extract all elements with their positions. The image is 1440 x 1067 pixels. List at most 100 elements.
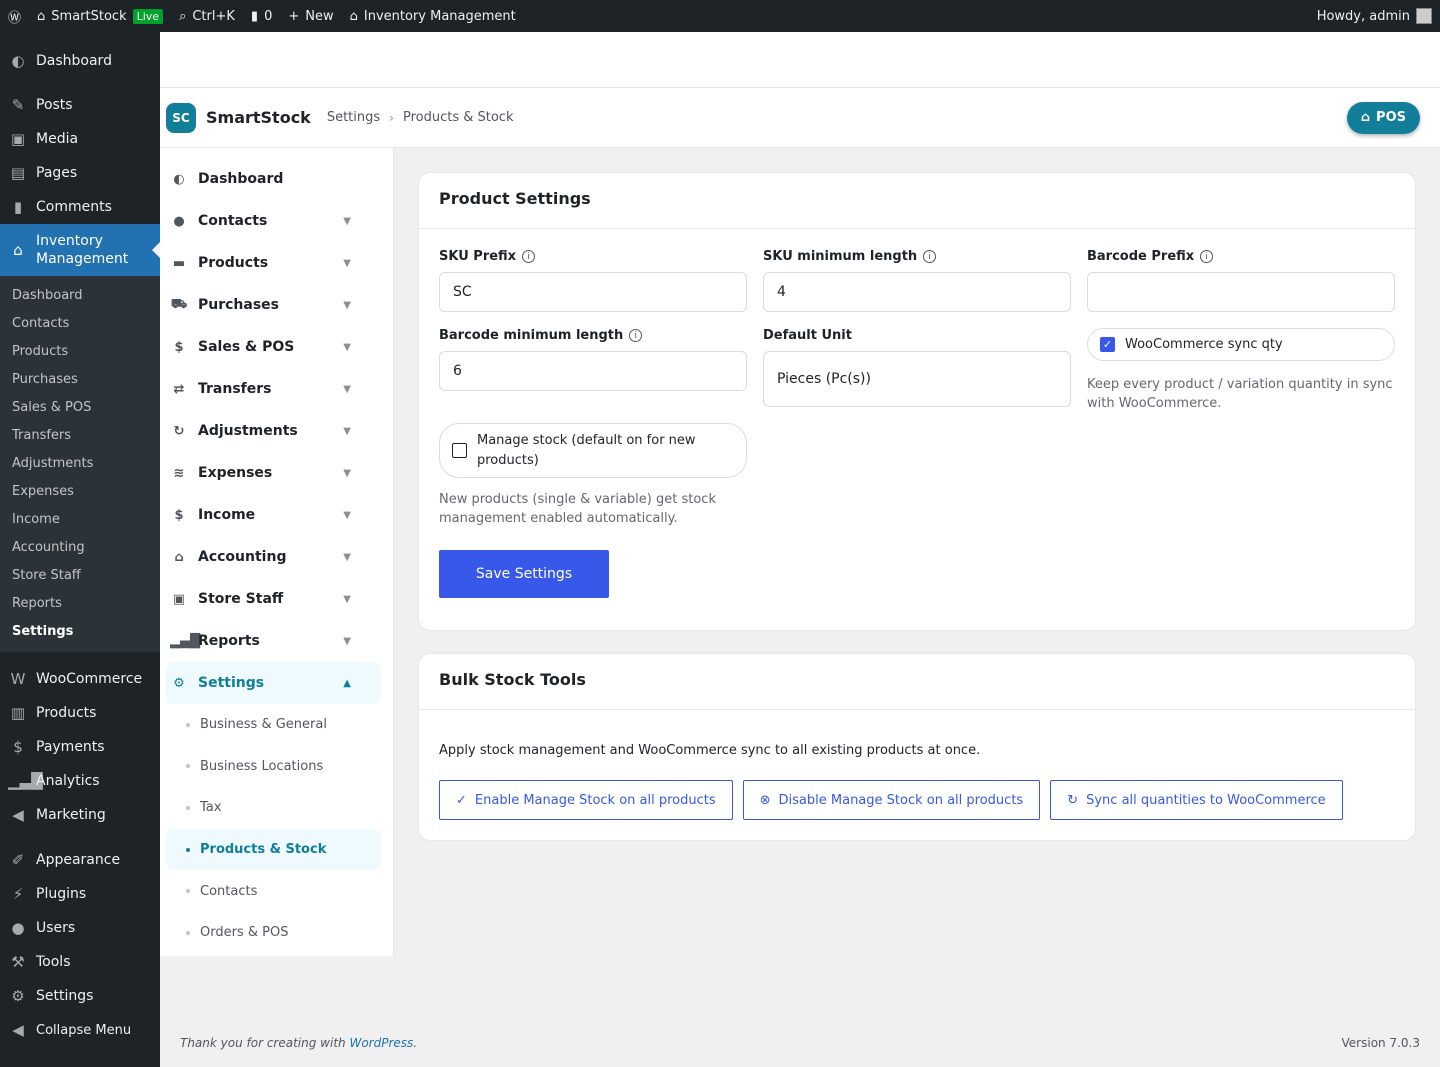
nav-purchases[interactable]: ⛟ Purchases ▼ xyxy=(160,284,381,326)
save-settings-button[interactable]: Save Settings xyxy=(439,550,609,598)
wordpress-link[interactable]: WordPress xyxy=(349,1036,413,1050)
wp-menu-tools[interactable]: ⚒ Tools xyxy=(0,945,160,979)
menu-label: Settings xyxy=(36,988,94,1004)
wordpress-logo-icon[interactable]: Ⓦ xyxy=(0,0,29,32)
chart-icon: ▁▃█ xyxy=(8,772,43,790)
chevron-down-icon: ▼ xyxy=(343,593,351,605)
wp-submenu-item[interactable]: Contacts xyxy=(0,310,160,338)
wp-menu-users[interactable]: ● Users xyxy=(0,911,160,945)
wp-menu-appearance[interactable]: ✐ Appearance xyxy=(0,843,160,877)
main-panel: Product Settings SKU Prefix i SC SKU mini… xyxy=(394,148,1440,956)
wp-menu-comments[interactable]: ▮ Comments xyxy=(0,190,160,224)
wp-submenu-item-settings[interactable]: Settings xyxy=(0,618,160,646)
default-unit-select[interactable]: Pieces (Pc(s)) xyxy=(763,351,1071,407)
sku-prefix-input[interactable]: SC xyxy=(439,272,747,312)
menu-label: Media xyxy=(36,131,79,147)
bulk-description: Apply stock management and WooCommerce s… xyxy=(439,743,981,758)
nav-dashboard[interactable]: ◐ Dashboard xyxy=(160,158,381,200)
app-logo: SC xyxy=(166,102,196,133)
wp-menu-pages[interactable]: ▤ Pages xyxy=(0,156,160,190)
sync-quantities-button[interactable]: ↻ Sync all quantities to WooCommerce xyxy=(1050,780,1343,820)
enable-manage-stock-button[interactable]: ✓ Enable Manage Stock on all products xyxy=(439,780,733,820)
wp-menu-plugins[interactable]: ⚡ Plugins xyxy=(0,877,160,911)
wp-submenu-item[interactable]: Accounting xyxy=(0,534,160,562)
comment-icon: ▮ xyxy=(250,8,259,24)
card-title: Product Settings xyxy=(419,173,1415,229)
site-name-link[interactable]: ⌂ SmartStock Live xyxy=(29,0,171,32)
pin-icon: ✎ xyxy=(11,96,25,114)
settings-sub-business-general[interactable]: Business & General xyxy=(166,704,381,746)
settings-sub-products-stock[interactable]: Products & Stock xyxy=(166,828,381,871)
breadcrumb-settings[interactable]: Settings xyxy=(327,110,380,125)
account-menu[interactable]: Howdy, admin xyxy=(1309,0,1440,32)
wp-menu-analytics[interactable]: ▁▃█ Analytics xyxy=(0,764,160,798)
barcode-min-length-input[interactable]: 6 xyxy=(439,351,747,391)
wp-submenu-item[interactable]: Purchases xyxy=(0,366,160,394)
wp-submenu-item[interactable]: Sales & POS xyxy=(0,394,160,422)
nav-expenses[interactable]: ≋ Expenses ▼ xyxy=(160,452,381,494)
plus-icon: + xyxy=(288,8,300,24)
label-text: Barcode Prefix xyxy=(1087,249,1195,264)
wp-menu-woocommerce[interactable]: W WooCommerce xyxy=(0,662,160,696)
comments-link[interactable]: ▮ 0 xyxy=(243,0,280,32)
search-shortcut[interactable]: ⌕ Ctrl+K xyxy=(171,0,243,32)
menu-label: Inventory Management xyxy=(36,233,129,267)
disable-manage-stock-button[interactable]: ⊗ Disable Manage Stock on all products xyxy=(742,780,1041,820)
comments-icon: ▮ xyxy=(13,198,23,216)
comments-count: 0 xyxy=(264,8,273,24)
settings-sub-orders-pos[interactable]: Orders & POS xyxy=(166,912,381,954)
settings-sub-tax[interactable]: Tax xyxy=(166,787,381,829)
pages-icon: ▤ xyxy=(10,164,26,182)
pos-button[interactable]: ⌂ POS xyxy=(1346,101,1420,134)
nav-accounting[interactable]: ⌂ Accounting ▼ xyxy=(160,536,381,578)
wp-menu-products[interactable]: ▥ Products xyxy=(0,696,160,730)
settings-sub-business-locations[interactable]: Business Locations xyxy=(166,746,381,788)
nav-adjustments[interactable]: ↻ Adjustments ▼ xyxy=(160,410,381,452)
nav-transfers[interactable]: ⇄ Transfers ▼ xyxy=(160,368,381,410)
woocommerce-sync-checkbox[interactable]: ✓ WooCommerce sync qty xyxy=(1087,328,1395,361)
nav-reports[interactable]: ▂▄█ Reports ▼ xyxy=(160,620,381,662)
sku-min-length-input[interactable]: 4 xyxy=(763,272,1071,312)
wp-submenu-item[interactable]: Transfers xyxy=(0,422,160,450)
wp-menu-inventory[interactable]: ⌂ Inventory Management xyxy=(0,224,160,276)
info-icon[interactable]: i xyxy=(522,250,536,263)
archive-icon: ▥ xyxy=(10,704,26,722)
info-icon[interactable]: i xyxy=(923,250,937,263)
site-name: SmartStock xyxy=(51,8,127,24)
new-content-link[interactable]: + New xyxy=(280,0,341,32)
money-icon: $ xyxy=(13,738,23,756)
breadcrumb-separator-icon: › xyxy=(389,110,394,125)
wp-menu-marketing[interactable]: ◀ Marketing xyxy=(0,798,160,832)
nav-label: Reports xyxy=(198,633,260,649)
wp-menu-dashboard[interactable]: ◐ Dashboard xyxy=(0,44,160,78)
wp-submenu-item[interactable]: Products xyxy=(0,338,160,366)
manage-stock-checkbox[interactable]: Manage stock (default on for new product… xyxy=(439,423,747,478)
nav-income[interactable]: $ Income ▼ xyxy=(160,494,381,536)
wp-submenu-item[interactable]: Income xyxy=(0,506,160,534)
nav-products[interactable]: ▬ Products ▼ xyxy=(160,242,381,284)
settings-sub-contacts[interactable]: Contacts xyxy=(166,870,381,912)
wp-submenu-item[interactable]: Reports xyxy=(0,590,160,618)
nav-contacts[interactable]: ● Contacts ▼ xyxy=(160,200,381,242)
store-icon: ⌂ xyxy=(1360,110,1371,125)
info-icon[interactable]: i xyxy=(1200,250,1214,263)
wp-menu-posts[interactable]: ✎ Posts xyxy=(0,88,160,122)
wp-menu-payments[interactable]: $ Payments xyxy=(0,730,160,764)
barcode-prefix-input[interactable] xyxy=(1087,272,1395,312)
nav-sales-pos[interactable]: $ Sales & POS ▼ xyxy=(160,326,381,368)
bullet-icon xyxy=(186,889,190,894)
inventory-link[interactable]: ⌂ Inventory Management xyxy=(342,0,524,32)
media-icon: ▣ xyxy=(10,130,26,148)
wp-submenu-item[interactable]: Expenses xyxy=(0,478,160,506)
nav-settings[interactable]: ⚙ Settings ▲ xyxy=(166,662,381,704)
collapse-menu-button[interactable]: ◀ Collapse Menu xyxy=(0,1013,160,1047)
nav-store-staff[interactable]: ▣ Store Staff ▼ xyxy=(160,578,381,620)
wp-submenu-item[interactable]: Adjustments xyxy=(0,450,160,478)
wp-menu-media[interactable]: ▣ Media xyxy=(0,122,160,156)
sliders-icon: ⚙ xyxy=(173,675,185,691)
wp-menu-settings[interactable]: ⚙ Settings xyxy=(0,979,160,1013)
info-icon[interactable]: i xyxy=(629,329,643,342)
wp-submenu-item[interactable]: Store Staff xyxy=(0,562,160,590)
wp-submenu: Dashboard Contacts Products Purchases Sa… xyxy=(0,276,160,652)
wp-submenu-item[interactable]: Dashboard xyxy=(0,282,160,310)
